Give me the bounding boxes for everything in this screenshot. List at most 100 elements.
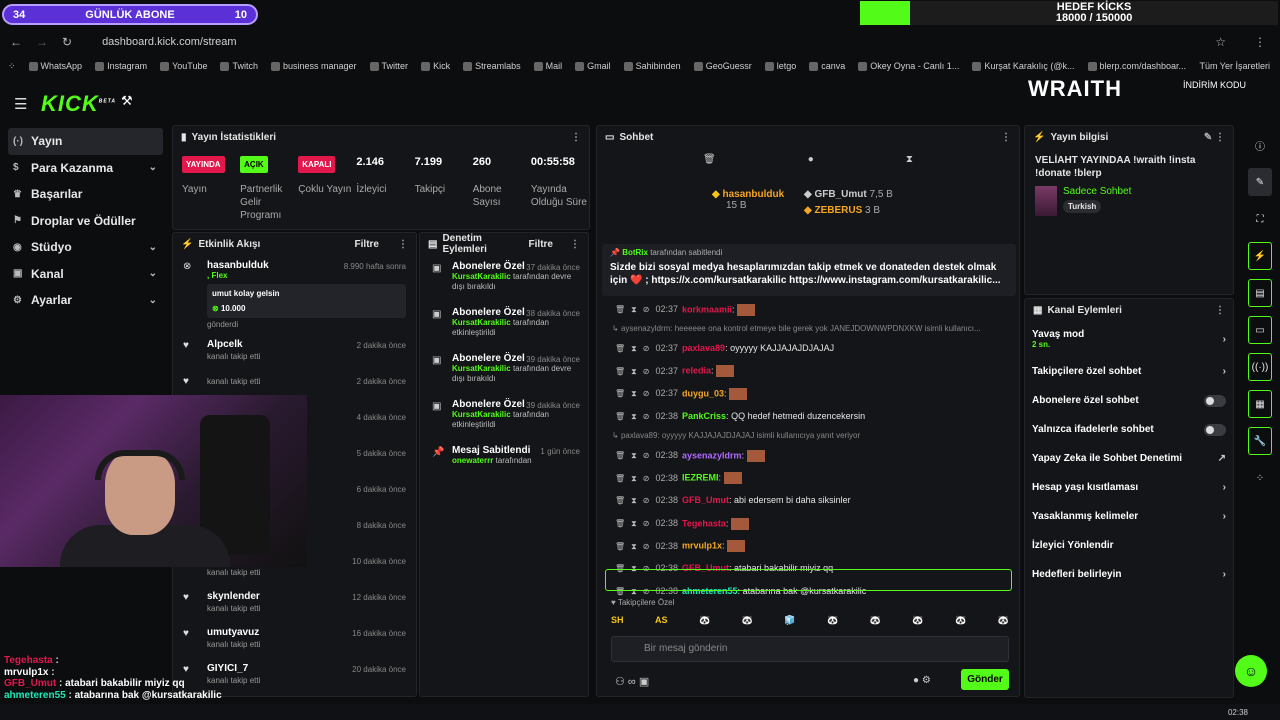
bookmark-favicon — [972, 61, 982, 71]
emote-button[interactable]: 🧊 — [784, 615, 795, 626]
more-icon[interactable]: ⋮ — [1215, 305, 1225, 316]
chat-message[interactable]: 🗑 ⧗ ⊘ 02:38 aysenazyldrm: — [615, 449, 765, 462]
bookmark-item[interactable]: Streamlabs — [463, 61, 521, 71]
chat-message[interactable]: 🗑 ⧗ ⊘ 02:37 paxlava89: oyyyyy KAJJAJAJDJAJAJ — [615, 343, 834, 354]
more-icon[interactable]: ⋮ — [398, 239, 408, 250]
apps-icon[interactable]: ⁘ — [1248, 464, 1272, 492]
channel-action[interactable]: Abonelere özel sohbet — [1025, 386, 1233, 415]
emote-button[interactable]: 🐼 — [742, 615, 753, 626]
sidebar-item[interactable]: $ Para Kazanma ⌄ — [8, 155, 163, 182]
chat-message[interactable]: 🗑 ⧗ ⊘ 02:37 duygu_03: — [615, 388, 748, 401]
wrench-icon[interactable]: 🔧 — [1248, 427, 1272, 455]
send-button[interactable]: Gönder — [961, 669, 1009, 690]
more-icon[interactable]: ⋮ — [570, 239, 580, 250]
chat-bubble-icon: ▭ — [605, 131, 615, 143]
address-bar[interactable]: dashboard.kick.com/stream — [102, 36, 237, 48]
sidebar-label: Yayın — [31, 134, 63, 149]
emote-button[interactable]: 🐼 — [998, 615, 1009, 626]
crop-icon[interactable]: ⛶ — [1248, 205, 1272, 233]
bookmark-item[interactable]: Kick — [421, 61, 450, 71]
followers-only-label: ♥ Takipçilere Özel — [611, 598, 675, 607]
settings-icon[interactable]: ● ⚙ — [913, 675, 931, 686]
more-icon[interactable]: ⋮ — [571, 132, 581, 143]
sidebar-item[interactable]: ♛ Başarılar — [8, 181, 163, 208]
all-bookmarks[interactable]: Tüm Yer İşaretleri — [1199, 61, 1280, 71]
channel-action[interactable]: Yalnızca ifadelerle sohbet — [1025, 415, 1233, 444]
edit-icon[interactable]: ✎ ⋮ — [1204, 132, 1225, 143]
bookmark-item[interactable]: Instagram — [95, 61, 147, 71]
emote-button[interactable]: 🐼 — [870, 615, 881, 626]
chat-icon[interactable]: ▭ — [1248, 316, 1272, 344]
chat-message[interactable]: 🗑 ⧗ ⊘ 02:37 reledia: — [615, 365, 735, 378]
chat-message[interactable]: 🗑 ⧗ ⊘ 02:38 mrvulp1x: — [615, 540, 746, 553]
list-icon[interactable]: ▤ — [1248, 279, 1272, 307]
chat-message[interactable]: 🗑 ⧗ ⊘ 02:38 Tegehasta: — [615, 517, 749, 530]
channel-action[interactable]: İzleyici Yönlendir — [1025, 531, 1233, 560]
bookmark-star-icon[interactable]: ☆ — [1215, 35, 1226, 49]
channel-action[interactable]: Yavaş mod 2 sn. › — [1025, 321, 1233, 357]
bookmark-item[interactable]: Gmail — [575, 61, 611, 71]
channel-action[interactable]: Hedefleri belirleyin › — [1025, 560, 1233, 589]
bookmark-item[interactable]: WhatsApp — [28, 61, 82, 71]
pinned-message[interactable]: 📌 BotRix tarafından sabitlendi Sizde biz… — [602, 244, 1016, 296]
sidebar-item[interactable]: ⚙ Ayarlar ⌄ — [8, 287, 163, 314]
broadcast-icon[interactable]: ((·)) — [1248, 353, 1272, 381]
bolt-icon[interactable]: ⚡ — [1248, 242, 1272, 270]
sidebar-item[interactable]: (·) Yayın — [8, 128, 163, 155]
help-chat-icon[interactable]: ☺ — [1235, 655, 1267, 687]
more-icon[interactable]: ⋮ — [1001, 132, 1011, 143]
apps-grid-icon[interactable]: ⁘ — [8, 61, 16, 72]
sidebar-item[interactable]: ⚑ Droplar ve Ödüller — [8, 208, 163, 235]
bookmark-item[interactable]: Kurşat Karakılıç (@k... — [972, 61, 1075, 71]
emote-button[interactable]: SH — [611, 615, 624, 626]
chat-message[interactable]: 🗑 ⧗ ⊘ 02:38 PankCriss: QQ hedef hetmedi duze… — [615, 411, 865, 422]
bookmark-item[interactable]: YouTube — [160, 61, 207, 71]
channel-action[interactable]: Yapay Zeka ile Sohbet Denetimi ↗ — [1025, 444, 1233, 473]
emote-button[interactable]: 🐼 — [955, 615, 966, 626]
activity-filter[interactable]: Filtre — [355, 239, 379, 250]
chat-message[interactable]: 🗑 ⧗ ⊘ 02:38 IEZREMI: — [615, 472, 742, 485]
bookmark-item[interactable]: letgo — [764, 61, 796, 71]
chat-icon[interactable]: ● — [808, 154, 814, 165]
channel-action[interactable]: Takipçilere özel sohbet › — [1025, 357, 1233, 386]
info-title: Yayın bilgisi — [1050, 131, 1109, 143]
emote-button[interactable]: 🐼 — [827, 615, 838, 626]
channel-action[interactable]: Yasaklanmış kelimeler › — [1025, 502, 1233, 531]
stat-item: AÇIK Partnerlik Gelir Programı — [240, 156, 298, 222]
info-icon[interactable]: ⓘ — [1248, 131, 1272, 159]
moderation-icon[interactable]: ▦ — [1248, 390, 1272, 418]
back-icon[interactable]: ← — [10, 35, 22, 49]
reload-icon[interactable]: ↻ — [62, 35, 72, 49]
toggle-switch[interactable] — [1204, 394, 1226, 407]
emote-button[interactable]: 🐼 — [699, 615, 710, 626]
channel-action[interactable]: Hesap yaşı kısıtlaması › — [1025, 473, 1233, 502]
bookmark-item[interactable]: GeoGuessr — [693, 61, 752, 71]
hourglass-icon[interactable]: ⧗ — [906, 154, 913, 165]
mod-filter[interactable]: Filtre — [529, 239, 553, 250]
emote-picker-icon[interactable]: ⚇ ∞ ▣ — [615, 675, 649, 688]
emote-button[interactable]: AS — [655, 615, 668, 626]
sidebar-item[interactable]: ▣ Kanal ⌄ — [8, 261, 163, 288]
kick-logo[interactable]: KICKBETA — [41, 91, 116, 117]
forward-icon[interactable]: → — [36, 35, 48, 49]
emote-button[interactable]: 🐼 — [912, 615, 923, 626]
trash-icon[interactable]: 🗑 — [703, 154, 716, 165]
bookmark-item[interactable]: blerp.com/dashboar... — [1087, 61, 1186, 71]
bookmark-item[interactable]: Mail — [533, 61, 562, 71]
bookmark-item[interactable]: business manager — [271, 61, 357, 71]
chat-input[interactable]: Bir mesaj gönderin — [611, 636, 1009, 662]
bookmark-item[interactable]: Twitter — [369, 61, 408, 71]
bookmark-item[interactable]: canva — [809, 61, 845, 71]
pencil-icon[interactable]: ✎ — [1248, 168, 1272, 196]
sidebar-item[interactable]: ◉ Stüdyo ⌄ — [8, 234, 163, 261]
hammer-icon[interactable]: ⚒ — [121, 93, 133, 109]
category-link[interactable]: Sadece Sohbet — [1063, 186, 1131, 197]
extensions-icon[interactable]: ⋮ — [1254, 35, 1266, 49]
bookmark-item[interactable]: Okey Oyna - Canlı 1... — [858, 61, 959, 71]
toggle-switch[interactable] — [1204, 423, 1226, 436]
hamburger-menu-icon[interactable]: ☰ — [14, 95, 27, 113]
chat-message[interactable]: 🗑 ⧗ ⊘ 02:37 korkmaamii: — [615, 304, 756, 316]
chat-message[interactable]: 🗑 ⧗ ⊘ 02:38 GFB_Umut: abi edersem bi daha si… — [615, 495, 851, 506]
bookmark-item[interactable]: Twitch — [220, 61, 258, 71]
bookmark-item[interactable]: Sahibinden — [623, 61, 681, 71]
